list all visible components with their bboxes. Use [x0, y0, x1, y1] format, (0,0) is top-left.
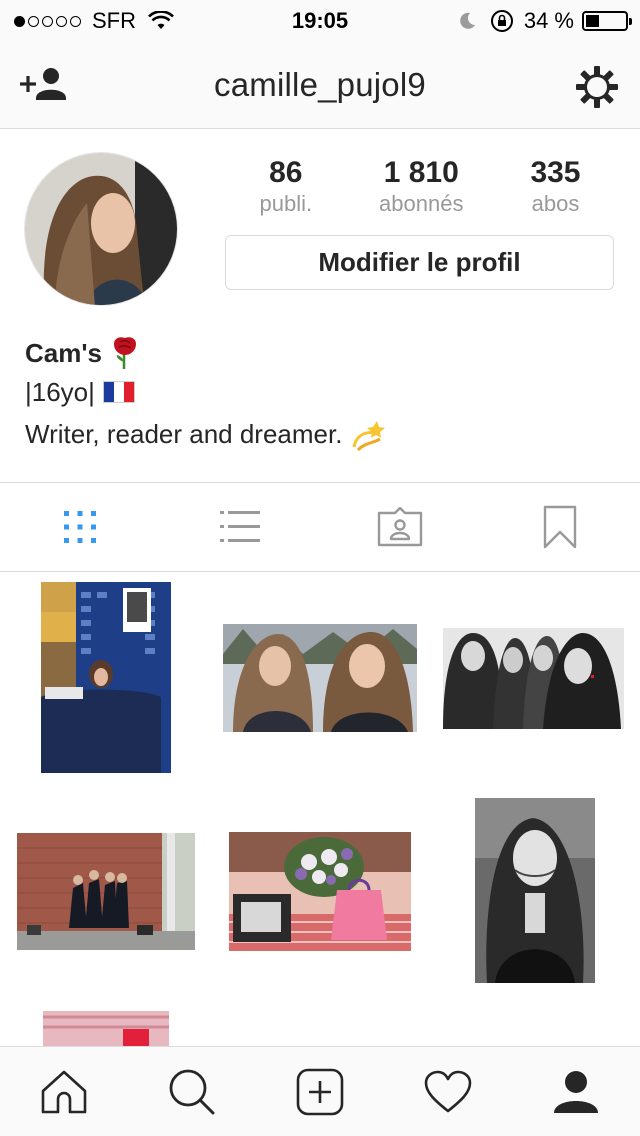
orientation-lock-icon: [490, 10, 513, 32]
post-photo: [443, 628, 624, 729]
post-photo: [17, 833, 195, 950]
bio-display-name: Cam's: [25, 338, 102, 368]
heart-icon: [424, 1070, 472, 1112]
post-thumbnail[interactable]: [229, 832, 411, 951]
followers-label: abonnés: [379, 191, 464, 216]
post-thumbnail[interactable]: [17, 833, 195, 950]
profile-bio: Cam's |16yo| Writer, reader and dreamer.: [25, 335, 615, 455]
posts-grid: [0, 573, 640, 1046]
nav-activity-button[interactable]: [418, 1062, 478, 1122]
bio-name-row: Cam's: [25, 335, 615, 371]
tagged-icon: [377, 507, 423, 547]
french-flag-emoji: [102, 381, 135, 403]
profile-stats: 86 publi. 1 810 abonnés 335 abos: [226, 155, 614, 217]
following-label: abos: [531, 191, 580, 216]
posts-count: 86: [269, 156, 303, 189]
profile-avatar[interactable]: [24, 152, 178, 306]
post-photo: [229, 832, 411, 951]
list-icon: [220, 511, 260, 542]
tab-list[interactable]: [160, 483, 320, 571]
rose-emoji: [114, 337, 136, 369]
avatar-photo: [25, 153, 177, 305]
bio-tagline: Writer, reader and dreamer.: [25, 419, 343, 449]
new-post-icon: [296, 1068, 344, 1115]
battery-percent: 34 %: [523, 8, 574, 33]
post-thumbnail[interactable]: [443, 628, 624, 729]
bio-age: |16yo|: [25, 377, 95, 407]
nav-search-button[interactable]: [162, 1062, 222, 1122]
status-bar: SFR 19:05 34 %: [0, 0, 640, 40]
edit-profile-button[interactable]: Modifier le profil: [225, 235, 614, 290]
bio-age-row: |16yo|: [25, 371, 615, 413]
battery-icon: [582, 11, 632, 31]
bottom-tab-bar: [0, 1046, 640, 1136]
settings-gear-icon: [576, 66, 618, 108]
stat-following[interactable]: 335 abos: [530, 155, 580, 217]
status-right: 34 %: [456, 8, 632, 34]
dizzy-emoji: [352, 421, 386, 451]
moon-icon: [460, 12, 475, 29]
posts-label: publi.: [259, 191, 313, 216]
search-icon: [169, 1069, 215, 1114]
post-photo: [223, 624, 417, 732]
bio-tagline-row: Writer, reader and dreamer.: [25, 413, 615, 455]
post-photo: [41, 582, 171, 773]
tab-grid[interactable]: [0, 483, 160, 571]
settings-button[interactable]: [572, 62, 622, 108]
post-photo: [475, 798, 595, 983]
stat-posts[interactable]: 86 publi.: [259, 155, 312, 217]
nav-profile-button[interactable]: [546, 1062, 606, 1122]
following-count: 335: [530, 156, 581, 189]
post-thumbnail[interactable]: [43, 1011, 169, 1046]
post-photo: [43, 1011, 169, 1046]
post-thumbnail[interactable]: [475, 798, 595, 983]
post-thumbnail[interactable]: [223, 624, 417, 732]
followers-count: 1 810: [383, 156, 459, 189]
top-nav-bar: camille_pujol9: [0, 40, 640, 129]
bookmark-icon: [543, 505, 577, 549]
post-thumbnail[interactable]: [41, 582, 171, 773]
home-icon: [41, 1070, 87, 1113]
profile-view-tabs: [0, 482, 640, 572]
stat-followers[interactable]: 1 810 abonnés: [379, 155, 463, 217]
profile-icon: [554, 1070, 598, 1113]
profile-username: camille_pujol9: [214, 66, 426, 103]
nav-new-post-button[interactable]: [290, 1062, 350, 1122]
grid-icon: [64, 511, 96, 543]
nav-home-button[interactable]: [34, 1062, 94, 1122]
tab-tagged[interactable]: [320, 483, 480, 571]
tab-saved[interactable]: [480, 483, 640, 571]
